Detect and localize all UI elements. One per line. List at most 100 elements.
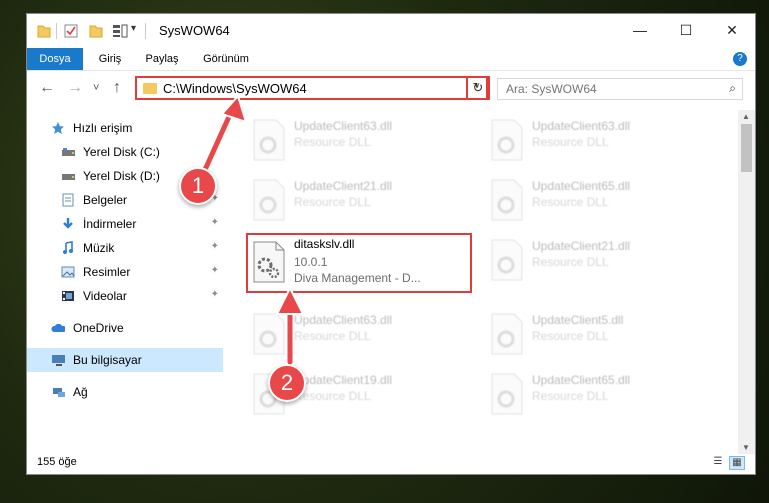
address-path[interactable]: C:\Windows\SysWOW64 <box>163 81 307 96</box>
file-type: Resource DLL <box>532 135 609 149</box>
sidebar-item-onedrive[interactable]: OneDrive <box>27 316 223 340</box>
minimize-button[interactable]: — <box>617 14 663 46</box>
sidebar-item-label: Hızlı erişim <box>73 121 133 135</box>
dll-file-icon <box>253 179 285 221</box>
dll-file-icon <box>491 119 523 161</box>
tab-share[interactable]: Paylaş <box>137 48 187 70</box>
refresh-button[interactable]: ↻ <box>466 76 490 100</box>
help-icon[interactable]: ? <box>733 52 747 66</box>
file-name: UpdateClient63.dll <box>294 119 393 133</box>
close-button[interactable]: ✕ <box>709 14 755 46</box>
sidebar-item-label: İndirmeler <box>83 217 137 231</box>
pin-icon[interactable]: ✦ <box>211 265 219 276</box>
vertical-scrollbar[interactable]: ▲ ▼ <box>738 110 755 454</box>
dll-file-icon <box>491 373 523 415</box>
sidebar-item-local-disk-c[interactable]: Yerel Disk (C:) <box>27 140 223 164</box>
network-icon <box>53 388 65 397</box>
sidebar-item-pictures[interactable]: Resimler ✦ <box>27 260 223 284</box>
toolbar-dropdown-icon[interactable]: ▾ <box>131 23 136 39</box>
documents-icon <box>62 193 74 207</box>
sidebar-item-label: Yerel Disk (C:) <box>83 145 160 159</box>
sidebar-item-label: OneDrive <box>73 321 124 335</box>
file-tile[interactable]: UpdateClient21.dll Resource DLL <box>246 173 466 231</box>
folder-icon <box>37 25 51 38</box>
sidebar-item-label: Videolar <box>83 289 127 303</box>
search-box[interactable]: ⌕ <box>497 78 743 100</box>
file-explorer-window: ▾ SysWOW64 — ☐ ✕ Dosya Giriş Paylaş Görü… <box>26 13 756 475</box>
star-icon <box>52 122 64 134</box>
file-tile[interactable]: UpdateClient63.dll Resource DLL <box>246 113 466 171</box>
scroll-up-icon[interactable]: ▲ <box>742 112 750 121</box>
step-callout-2: 2 <box>268 364 306 402</box>
file-tile[interactable]: UpdateClient65.dll Resource DLL <box>484 173 704 231</box>
file-type: Resource DLL <box>294 389 371 403</box>
videos-icon <box>62 291 74 301</box>
toolbar-divider <box>56 23 57 39</box>
file-highlight-box <box>246 233 472 293</box>
sidebar-item-quick-access[interactable]: Hızlı erişim <box>27 116 223 140</box>
tab-file[interactable]: Dosya <box>27 48 83 70</box>
sidebar-item-network[interactable]: Ağ <box>27 380 223 404</box>
pin-icon[interactable]: ✦ <box>211 217 219 228</box>
drive-icon <box>62 174 75 180</box>
file-tile[interactable]: UpdateClient63.dll Resource DLL <box>484 113 704 171</box>
dll-file-icon <box>491 239 523 281</box>
scrollbar-thumb[interactable] <box>741 124 752 172</box>
file-name: UpdateClient19.dll <box>294 373 393 387</box>
download-icon <box>63 218 73 229</box>
navigation-pane: Hızlı erişim Yerel Disk (C:) Yerel Disk … <box>27 114 223 454</box>
pictures-icon <box>61 266 75 278</box>
item-count: 155 öğe <box>37 456 77 468</box>
toolbar-divider <box>145 23 146 39</box>
file-type: Resource DLL <box>294 329 371 343</box>
search-input[interactable] <box>504 81 708 97</box>
file-type: Resource DLL <box>532 389 609 403</box>
file-name: UpdateClient5.dll <box>532 313 624 327</box>
tab-home[interactable]: Giriş <box>87 48 133 70</box>
file-name: UpdateClient65.dll <box>532 373 631 387</box>
new-folder-icon[interactable] <box>89 23 103 39</box>
sidebar-item-label: Ağ <box>73 385 88 399</box>
file-name: UpdateClient21.dll <box>294 179 393 193</box>
file-type: Resource DLL <box>532 329 609 343</box>
address-bar[interactable]: C:\Windows\SysWOW64 ˅ <box>135 76 488 100</box>
tab-view[interactable]: Görünüm <box>193 48 259 70</box>
file-tile[interactable]: UpdateClient21.dll Resource DLL <box>484 233 704 291</box>
dll-file-icon <box>491 313 523 355</box>
recent-locations-icon[interactable]: ˅ <box>93 82 99 94</box>
sidebar-item-this-pc[interactable]: Bu bilgisayar <box>27 348 223 372</box>
dll-file-icon <box>491 179 523 221</box>
sidebar-item-label: Belgeler <box>83 193 128 207</box>
computer-icon <box>52 355 65 366</box>
sidebar-item-downloads[interactable]: İndirmeler ✦ <box>27 212 223 236</box>
sidebar-item-videos[interactable]: Videolar ✦ <box>27 284 223 308</box>
scroll-down-icon[interactable]: ▼ <box>742 443 750 452</box>
window-title: SysWOW64 <box>159 23 230 38</box>
pin-icon[interactable]: ✦ <box>211 289 219 300</box>
search-icon[interactable]: ⌕ <box>729 81 736 96</box>
sidebar-item-label: Resimler <box>83 265 131 279</box>
maximize-button[interactable]: ☐ <box>663 14 709 46</box>
status-bar: 155 öğe ☰ ▦ <box>27 452 755 474</box>
cloud-icon <box>51 323 65 332</box>
tiles-view-icon[interactable]: ▦ <box>729 456 745 470</box>
file-tile[interactable]: UpdateClient5.dll Resource DLL <box>484 307 704 365</box>
sidebar-item-label: Yerel Disk (D:) <box>83 169 160 183</box>
forward-icon[interactable]: → <box>67 79 83 97</box>
customize-icon[interactable] <box>112 23 128 39</box>
music-icon <box>63 241 73 254</box>
file-name: UpdateClient21.dll <box>532 239 631 253</box>
ribbon-tabs: Dosya Giriş Paylaş Görünüm ? <box>27 48 755 71</box>
sidebar-item-label: Müzik <box>83 241 115 255</box>
back-icon[interactable]: ← <box>39 79 55 97</box>
sidebar-item-label: Bu bilgisayar <box>73 353 142 367</box>
details-view-icon[interactable]: ☰ <box>711 456 725 468</box>
file-type: Resource DLL <box>294 135 371 149</box>
file-tile[interactable]: UpdateClient63.dll Resource DLL <box>246 307 466 365</box>
up-icon[interactable]: ↑ <box>113 79 121 97</box>
sidebar-item-music[interactable]: Müzik ✦ <box>27 236 223 260</box>
file-name: UpdateClient63.dll <box>294 313 393 327</box>
properties-icon[interactable] <box>64 23 78 39</box>
pin-icon[interactable]: ✦ <box>211 241 219 252</box>
file-tile[interactable]: UpdateClient65.dll Resource DLL <box>484 367 704 425</box>
